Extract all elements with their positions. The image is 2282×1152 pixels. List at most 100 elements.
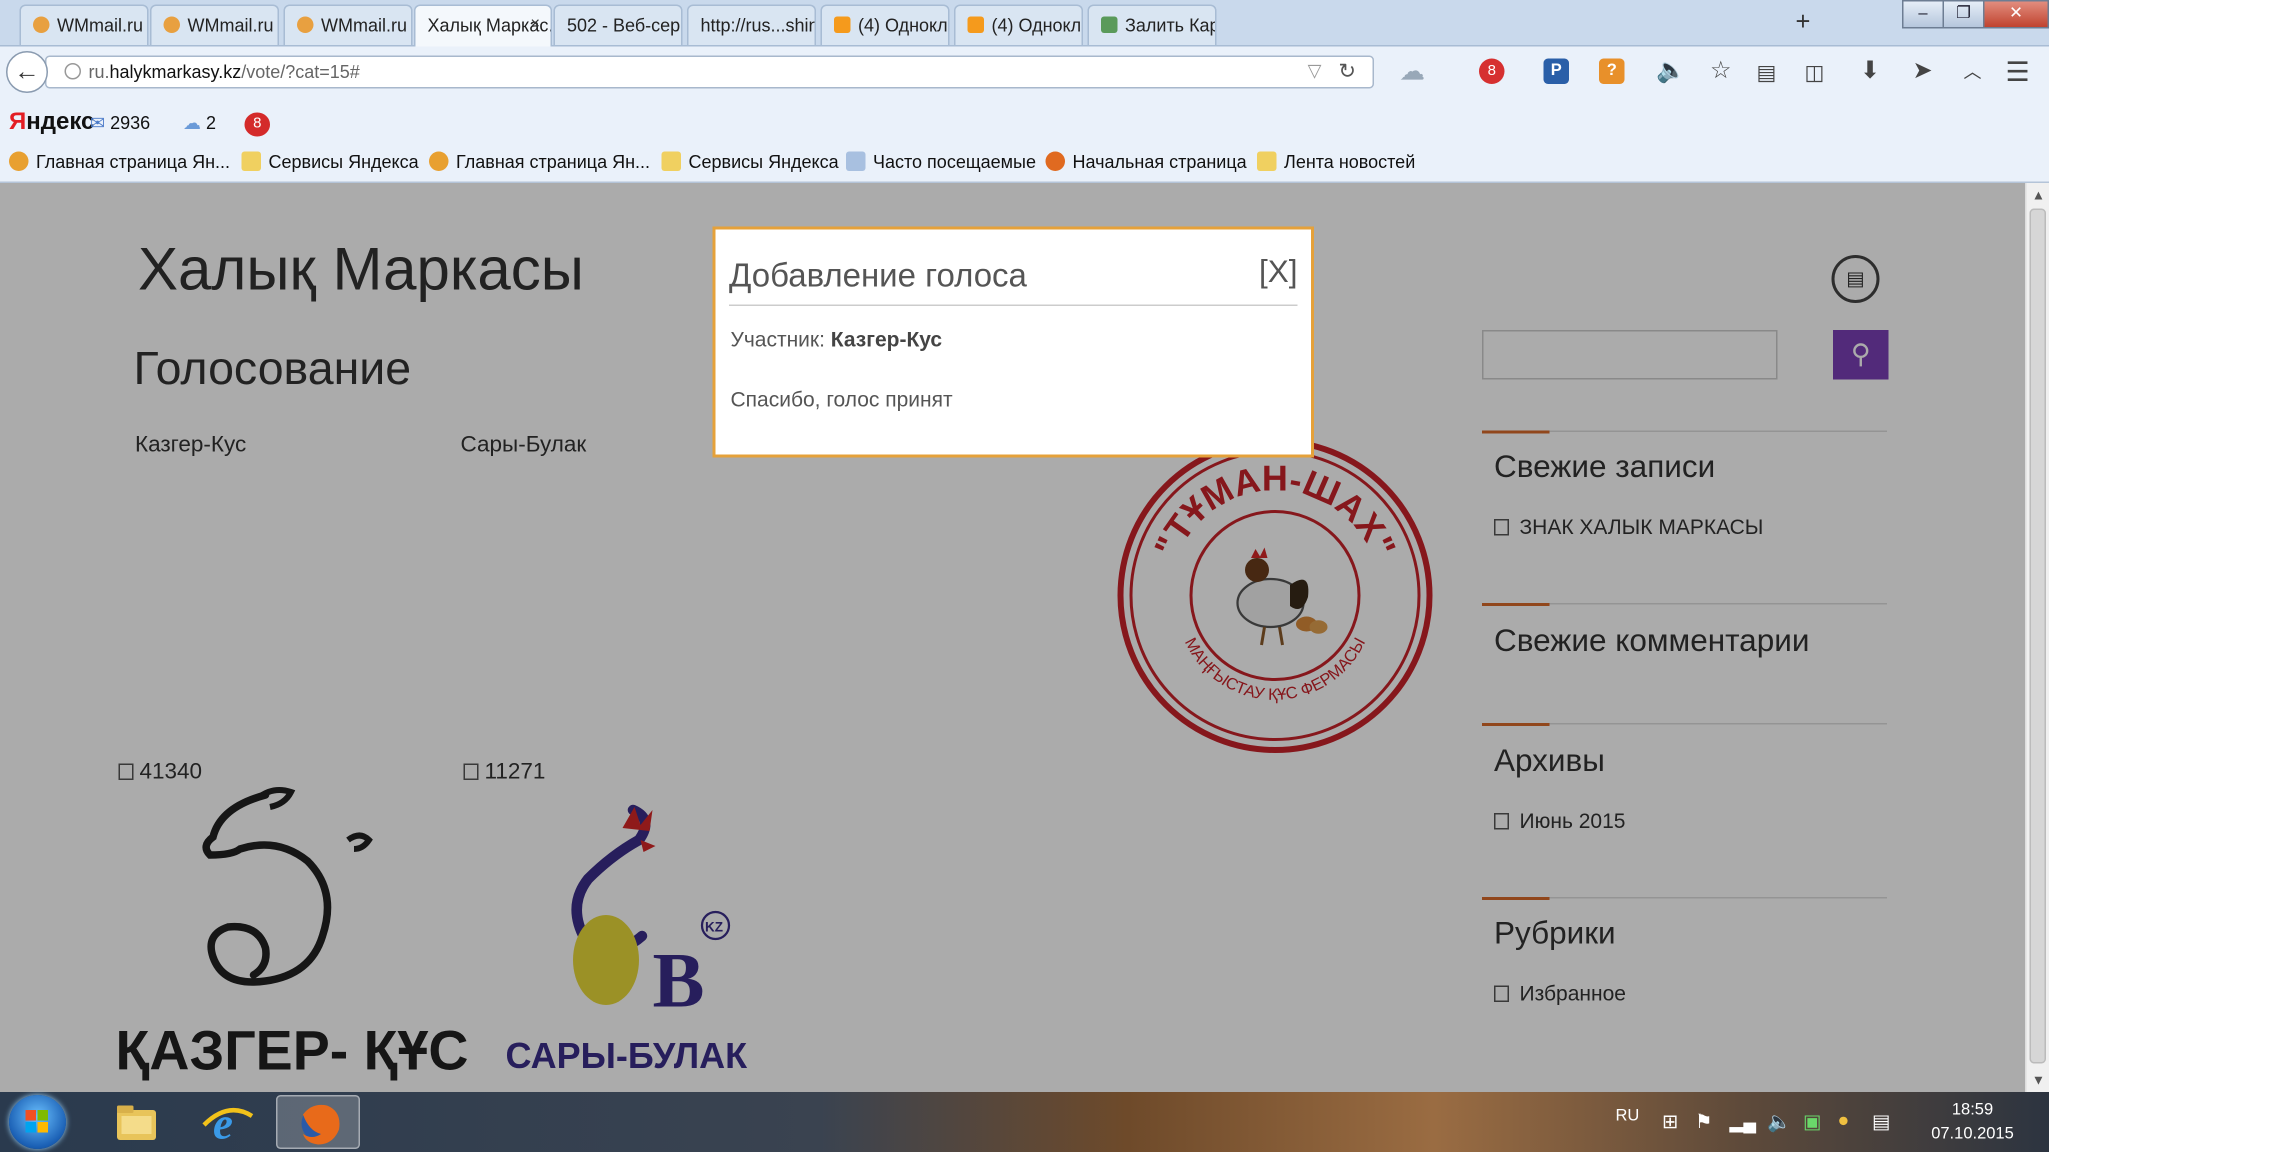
address-bar[interactable]: ru.halykmarkasy.kz/vote/?cat=15# ▽ ↻ xyxy=(45,55,1374,89)
tab-odnoklassniki-1[interactable]: (4) Однокласс... xyxy=(820,4,950,45)
download-icon[interactable]: ⬇ xyxy=(1860,59,1880,86)
clock-time: 18:59 xyxy=(1951,1101,1994,1119)
wmmail-favicon-icon xyxy=(163,16,180,33)
language-indicator[interactable]: RU xyxy=(1616,1107,1640,1125)
bookmark-yandex-services-1[interactable]: Сервисы Яндекса xyxy=(241,151,419,173)
odnoklassniki-icon xyxy=(967,16,984,33)
bookmark-label: Начальная страница xyxy=(1072,151,1247,173)
orange-extension-icon[interactable]: ? xyxy=(1599,58,1625,84)
tab-strip: WMmail.ru - с... WMmail.ru - с... WMmail… xyxy=(0,0,2049,47)
bookmarks-bar: Главная страница Ян... Сервисы Яндекса Г… xyxy=(0,144,2049,183)
site-identity-icon[interactable] xyxy=(64,63,81,80)
windows-logo-icon xyxy=(25,1110,50,1134)
bookmark-yandex-home-2[interactable]: Главная страница Ян... xyxy=(429,151,651,173)
url-history-dropdown-icon[interactable]: ▽ xyxy=(1308,60,1322,81)
tab-wmmail-1[interactable]: WMmail.ru - с... xyxy=(19,4,149,45)
bookmark-most-visited[interactable]: Часто посещаемые xyxy=(846,151,1036,173)
bookmark-label: Сервисы Яндекса xyxy=(688,151,839,173)
tray-device-icon[interactable]: ▤ xyxy=(1872,1110,1890,1134)
back-arrow-icon: ← xyxy=(14,57,40,86)
tab-halyk-markasy[interactable]: Халық Маркас... × xyxy=(414,4,552,47)
bookmarks-menu-icon[interactable]: ▤ xyxy=(1757,59,1777,86)
maximize-icon[interactable]: ❐ xyxy=(1942,0,1985,29)
tab-wmmail-2[interactable]: WMmail.ru - с... xyxy=(150,4,279,45)
modal-title: Добавление голоса xyxy=(729,256,1027,295)
bookmark-label: Главная страница Ян... xyxy=(456,151,651,173)
modal-close-button[interactable]: [X] xyxy=(1259,255,1298,291)
window-close-icon[interactable]: ✕ xyxy=(1983,0,2049,29)
folder-icon xyxy=(241,151,261,171)
modal-participant: Участник: Казгер-Кус xyxy=(731,327,943,351)
bookmark-yandex-services-2[interactable]: Сервисы Яндекса xyxy=(661,151,839,173)
tab-label: (4) Однокласс... xyxy=(858,15,948,36)
modal-message: Спасибо, голос принят xyxy=(730,387,953,411)
back-button[interactable]: ← xyxy=(6,51,48,93)
taskbar-clock[interactable]: 18:59 07.10.2015 xyxy=(1920,1098,2025,1146)
network-signal-icon[interactable]: ▂▄ xyxy=(1730,1112,1757,1133)
speaker-icon[interactable]: 🔈 xyxy=(1656,59,1686,86)
yandex-weather[interactable]: ☁ 2 xyxy=(183,113,216,134)
volume-icon[interactable]: 🔈 xyxy=(1767,1110,1791,1134)
tab-rus-shin[interactable]: http://rus...shin.html xyxy=(687,4,816,45)
bookmark-label: Часто посещаемые xyxy=(873,151,1036,173)
tab-close-icon[interactable]: × xyxy=(530,15,540,33)
yandex-toolbar: Яндекс ✉ 2936 ☁ 2 8 xyxy=(0,99,2049,144)
url-host: halykmarkasy.kz xyxy=(109,61,242,83)
tab-odnoklassniki-2[interactable]: (4) Однокласс... xyxy=(954,4,1083,45)
url-path: /vote/?cat=15# xyxy=(241,61,360,83)
svg-text:e: e xyxy=(213,1099,233,1149)
new-tab-button[interactable]: + xyxy=(1796,8,1811,38)
folder-icon xyxy=(661,151,681,171)
send-icon[interactable]: ➤ xyxy=(1913,59,1933,86)
yandex-mail[interactable]: ✉ 2936 xyxy=(90,113,150,134)
start-button[interactable] xyxy=(9,1095,66,1149)
odnoklassniki-icon xyxy=(834,16,851,33)
yandex-icon xyxy=(429,151,449,171)
hamburger-menu-icon[interactable]: ☰ xyxy=(2006,59,2030,86)
bookmark-news-feed[interactable]: Лента новостей xyxy=(1257,151,1415,173)
cloud-icon[interactable]: ☁ xyxy=(1400,58,1426,86)
url-prefix: ru. xyxy=(88,61,110,83)
bookmark-label: Главная страница Ян... xyxy=(36,151,231,173)
window-controls: – ❐ ✕ xyxy=(1902,0,2049,29)
taskbar-firefox[interactable] xyxy=(276,1095,360,1149)
tray-app-icon[interactable]: ● xyxy=(1838,1109,1850,1132)
page-content: Халық Маркасы Голосование Казгер-Кус Сар… xyxy=(0,183,2025,1092)
navigation-bar: ru.halykmarkasy.kz/vote/?cat=15# ▽ ↻ ← ☁… xyxy=(0,46,2049,99)
tab-zalit-kartinku[interactable]: Залить Картин... xyxy=(1087,4,1217,45)
notification-badge-icon[interactable]: 8 xyxy=(1479,58,1505,84)
firefox-icon xyxy=(301,1104,340,1145)
internet-explorer-icon: e xyxy=(202,1099,254,1149)
clock-date: 07.10.2015 xyxy=(1931,1125,2014,1143)
modal-divider xyxy=(729,304,1298,306)
yandex-logo[interactable]: Яндекс xyxy=(9,110,94,137)
action-center-flag-icon[interactable]: ⚑ xyxy=(1695,1110,1712,1134)
taskbar-explorer[interactable] xyxy=(93,1095,177,1149)
mail-count: 2936 xyxy=(110,112,151,134)
yandex-logo-first: Я xyxy=(9,109,27,136)
bookmark-start-page[interactable]: Начальная страница xyxy=(1045,151,1247,173)
taskbar-internet-explorer[interactable]: e xyxy=(186,1095,270,1149)
weather-cloud-icon: ☁ xyxy=(183,112,201,134)
network-status-icon[interactable]: ▣ xyxy=(1803,1110,1821,1134)
tab-label: WMmail.ru - с... xyxy=(321,15,411,36)
minimize-icon[interactable]: – xyxy=(1902,0,1944,29)
page-scrollbar[interactable]: ▲ ▼ xyxy=(2025,183,2049,1092)
bookmark-star-icon[interactable]: ☆ xyxy=(1710,59,1732,86)
scroll-thumb[interactable] xyxy=(2029,208,2046,1064)
bookmark-yandex-home-1[interactable]: Главная страница Ян... xyxy=(9,151,231,173)
pocket-icon[interactable]: ◫ xyxy=(1805,59,1825,86)
weather-count: 2 xyxy=(206,112,217,134)
firefox-icon xyxy=(1045,151,1065,171)
tab-502[interactable]: 502 - Веб-серверо... xyxy=(553,4,683,45)
overflow-chevron-icon[interactable]: ︿ xyxy=(1964,59,1982,86)
yandex-notification-badge[interactable]: 8 xyxy=(244,112,270,137)
yandex-logo-rest: ндекс xyxy=(26,109,95,136)
scroll-up-icon[interactable]: ▲ xyxy=(2027,183,2050,207)
p-extension-icon[interactable]: P xyxy=(1543,58,1569,84)
reload-icon[interactable]: ↻ xyxy=(1338,59,1356,85)
scroll-down-icon[interactable]: ▼ xyxy=(2027,1068,2050,1092)
tray-windows-icon[interactable]: ⊞ xyxy=(1662,1110,1678,1134)
tab-wmmail-3[interactable]: WMmail.ru - с... xyxy=(283,4,413,45)
tab-label: Залить Картин... xyxy=(1125,15,1215,36)
